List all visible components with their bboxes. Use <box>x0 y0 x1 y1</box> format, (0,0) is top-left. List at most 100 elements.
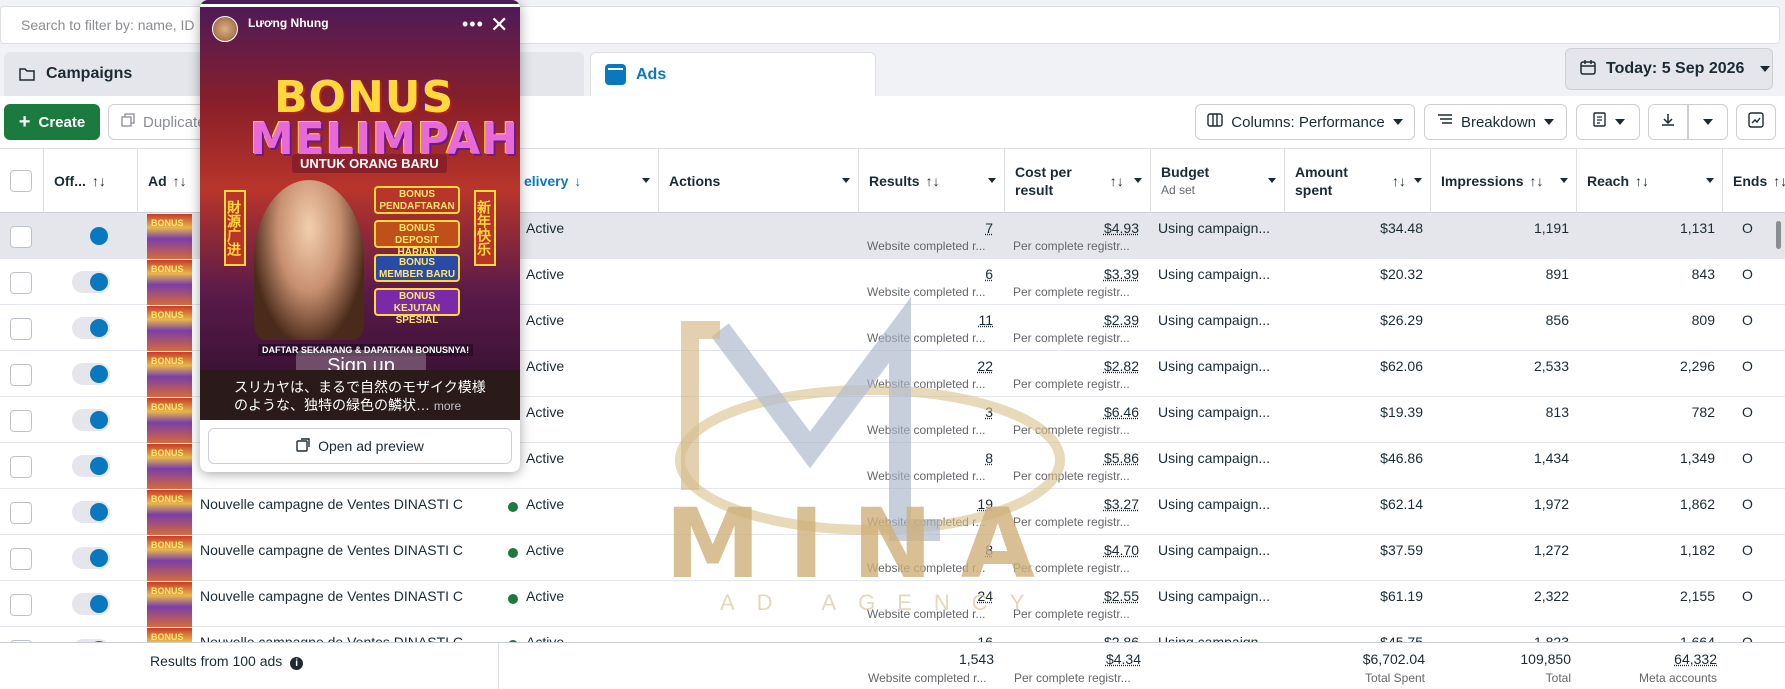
col-header-cost-per-result[interactable]: Cost per result ↑↓ <box>1005 149 1151 213</box>
on-off-toggle[interactable] <box>72 363 110 385</box>
amount-spent-value: $61.19 <box>1380 588 1423 604</box>
results-value[interactable]: 7 <box>985 220 993 236</box>
impressions-value: 1,823 <box>1534 634 1569 642</box>
ad-caption: スリカヤは、まるで自然のモザイク模様のような、独特の緑色の鱗状… more <box>200 370 520 420</box>
ad-name[interactable]: Nouvelle campagne de Ventes DINASTI C <box>200 496 463 512</box>
ends-value: O <box>1742 588 1753 604</box>
delivery-status: Active <box>526 358 564 374</box>
row-checkbox[interactable] <box>10 548 32 570</box>
row-checkbox[interactable] <box>10 272 32 294</box>
ad-thumbnail[interactable] <box>147 398 192 443</box>
results-type: Website completed r... <box>867 423 997 437</box>
watermark-text: MINA <box>665 488 1063 600</box>
more-options-icon[interactable]: ••• <box>462 14 484 35</box>
col-header-impressions[interactable]: Impressions ↑↓ <box>1431 149 1577 213</box>
reach-value: 2,155 <box>1680 588 1715 604</box>
cost-per-result-value[interactable]: $2.82 <box>1104 358 1139 374</box>
info-icon[interactable]: i <box>290 657 303 670</box>
cost-per-result-value[interactable]: $4.93 <box>1104 220 1139 236</box>
col-header-amount-spent[interactable]: Amount spent ↑↓ <box>1285 149 1431 213</box>
vertical-scrollbar[interactable] <box>1776 221 1781 249</box>
ad-name[interactable]: Nouvelle campagne de Ventes DINASTI C <box>200 634 463 642</box>
col-header-reach[interactable]: Reach ↑↓ <box>1577 149 1723 213</box>
col-actions-label: Actions <box>669 173 720 189</box>
date-range-button[interactable]: Today: 5 Sep 2026 <box>1565 48 1773 90</box>
download-icon <box>1660 112 1676 132</box>
reach-value: 2,296 <box>1680 358 1715 374</box>
chevron-down-icon <box>1760 66 1770 72</box>
export-dropdown-button[interactable] <box>1688 104 1728 140</box>
ad-thumbnail[interactable] <box>147 214 192 259</box>
cost-per-result-value[interactable]: $4.70 <box>1104 542 1139 558</box>
cost-per-result-value[interactable]: $3.39 <box>1104 266 1139 282</box>
col-header-delivery[interactable]: elivery ↓ <box>500 149 659 213</box>
create-button[interactable]: + Create <box>4 104 100 140</box>
reports-button[interactable] <box>1576 104 1640 140</box>
ad-thumbnail[interactable] <box>147 306 192 351</box>
columns-button[interactable]: Columns: Performance <box>1195 104 1415 140</box>
cost-per-result-value[interactable]: $5.86 <box>1104 450 1139 466</box>
total-cost-sub: Per complete registr... <box>1014 671 1144 685</box>
row-checkbox[interactable] <box>10 226 32 248</box>
ad-thumbnail[interactable] <box>147 490 192 535</box>
col-header-off-on[interactable]: Off... ↑↓ <box>44 149 138 213</box>
open-ad-preview-button[interactable]: Open ad preview <box>208 428 512 464</box>
col-header-ends[interactable]: Ends ↑↓ <box>1723 149 1785 213</box>
ad-name[interactable]: Nouvelle campagne de Ventes DINASTI C <box>200 588 463 604</box>
ad-thumbnail[interactable] <box>147 260 192 305</box>
tab-ads[interactable]: Ads <box>590 52 876 96</box>
col-header-actions[interactable]: Actions <box>659 149 859 213</box>
cost-per-result-value[interactable]: $2.86 <box>1104 634 1139 642</box>
duplicate-button[interactable]: Duplicate <box>108 104 208 140</box>
ad-thumbnail[interactable] <box>147 628 192 642</box>
cost-per-result-value[interactable]: $3.27 <box>1104 496 1139 512</box>
on-off-toggle[interactable] <box>72 271 110 293</box>
ad-thumbnail[interactable] <box>147 536 192 581</box>
on-off-toggle[interactable] <box>72 547 110 569</box>
close-icon[interactable]: ✕ <box>490 14 508 36</box>
cost-per-result-value[interactable]: $2.55 <box>1104 588 1139 604</box>
delivery-status: Active <box>526 588 564 604</box>
ad-thumbnail[interactable] <box>147 582 192 627</box>
on-off-toggle[interactable] <box>72 225 110 247</box>
row-checkbox[interactable] <box>10 456 32 478</box>
creative-model-figure <box>254 180 364 340</box>
results-value[interactable]: 3 <box>985 404 993 420</box>
export-button[interactable] <box>1648 104 1688 140</box>
row-checkbox[interactable] <box>10 502 32 524</box>
caption-more-link[interactable]: more <box>434 399 461 413</box>
breakdown-button[interactable]: Breakdown <box>1424 104 1567 140</box>
calendar-icon <box>1580 59 1596 80</box>
ad-name[interactable]: Nouvelle campagne de Ventes DINASTI C <box>200 542 463 558</box>
row-checkbox[interactable] <box>10 410 32 432</box>
total-impressions: 109,850 <box>1520 651 1571 667</box>
on-off-toggle[interactable] <box>72 455 110 477</box>
on-off-toggle[interactable] <box>72 593 110 615</box>
ad-thumbnail[interactable] <box>147 352 192 397</box>
row-checkbox[interactable] <box>10 318 32 340</box>
results-value[interactable]: 8 <box>985 450 993 466</box>
table-row[interactable]: Nouvelle campagne de Ventes DINASTI C Act… <box>0 627 1785 642</box>
row-checkbox[interactable] <box>10 594 32 616</box>
ad-thumbnail[interactable] <box>147 444 192 489</box>
results-value[interactable]: 22 <box>977 358 993 374</box>
on-off-toggle[interactable] <box>72 501 110 523</box>
creative-bonus-item: BONUS MEMBER BARU <box>374 254 460 282</box>
col-ends-label: Ends <box>1733 173 1767 189</box>
select-all-checkbox[interactable] <box>10 170 32 192</box>
row-checkbox[interactable] <box>10 364 32 386</box>
on-off-toggle[interactable] <box>72 409 110 431</box>
cost-per-result-value[interactable]: $2.39 <box>1104 312 1139 328</box>
reach-value: 809 <box>1692 312 1715 328</box>
col-header-results[interactable]: Results ↑↓ <box>859 149 1005 213</box>
on-off-toggle[interactable] <box>72 317 110 339</box>
reach-value: 1,349 <box>1680 450 1715 466</box>
active-status-dot <box>508 502 518 512</box>
charts-button[interactable] <box>1736 104 1776 140</box>
cost-per-result-value[interactable]: $6.46 <box>1104 404 1139 420</box>
watermark-subtext: AD AGENCY <box>720 590 1046 616</box>
results-value[interactable]: 11 <box>978 312 993 328</box>
results-value[interactable]: 16 <box>977 634 993 642</box>
results-value[interactable]: 6 <box>985 266 993 282</box>
col-header-budget[interactable]: Budget Ad set <box>1151 149 1285 213</box>
